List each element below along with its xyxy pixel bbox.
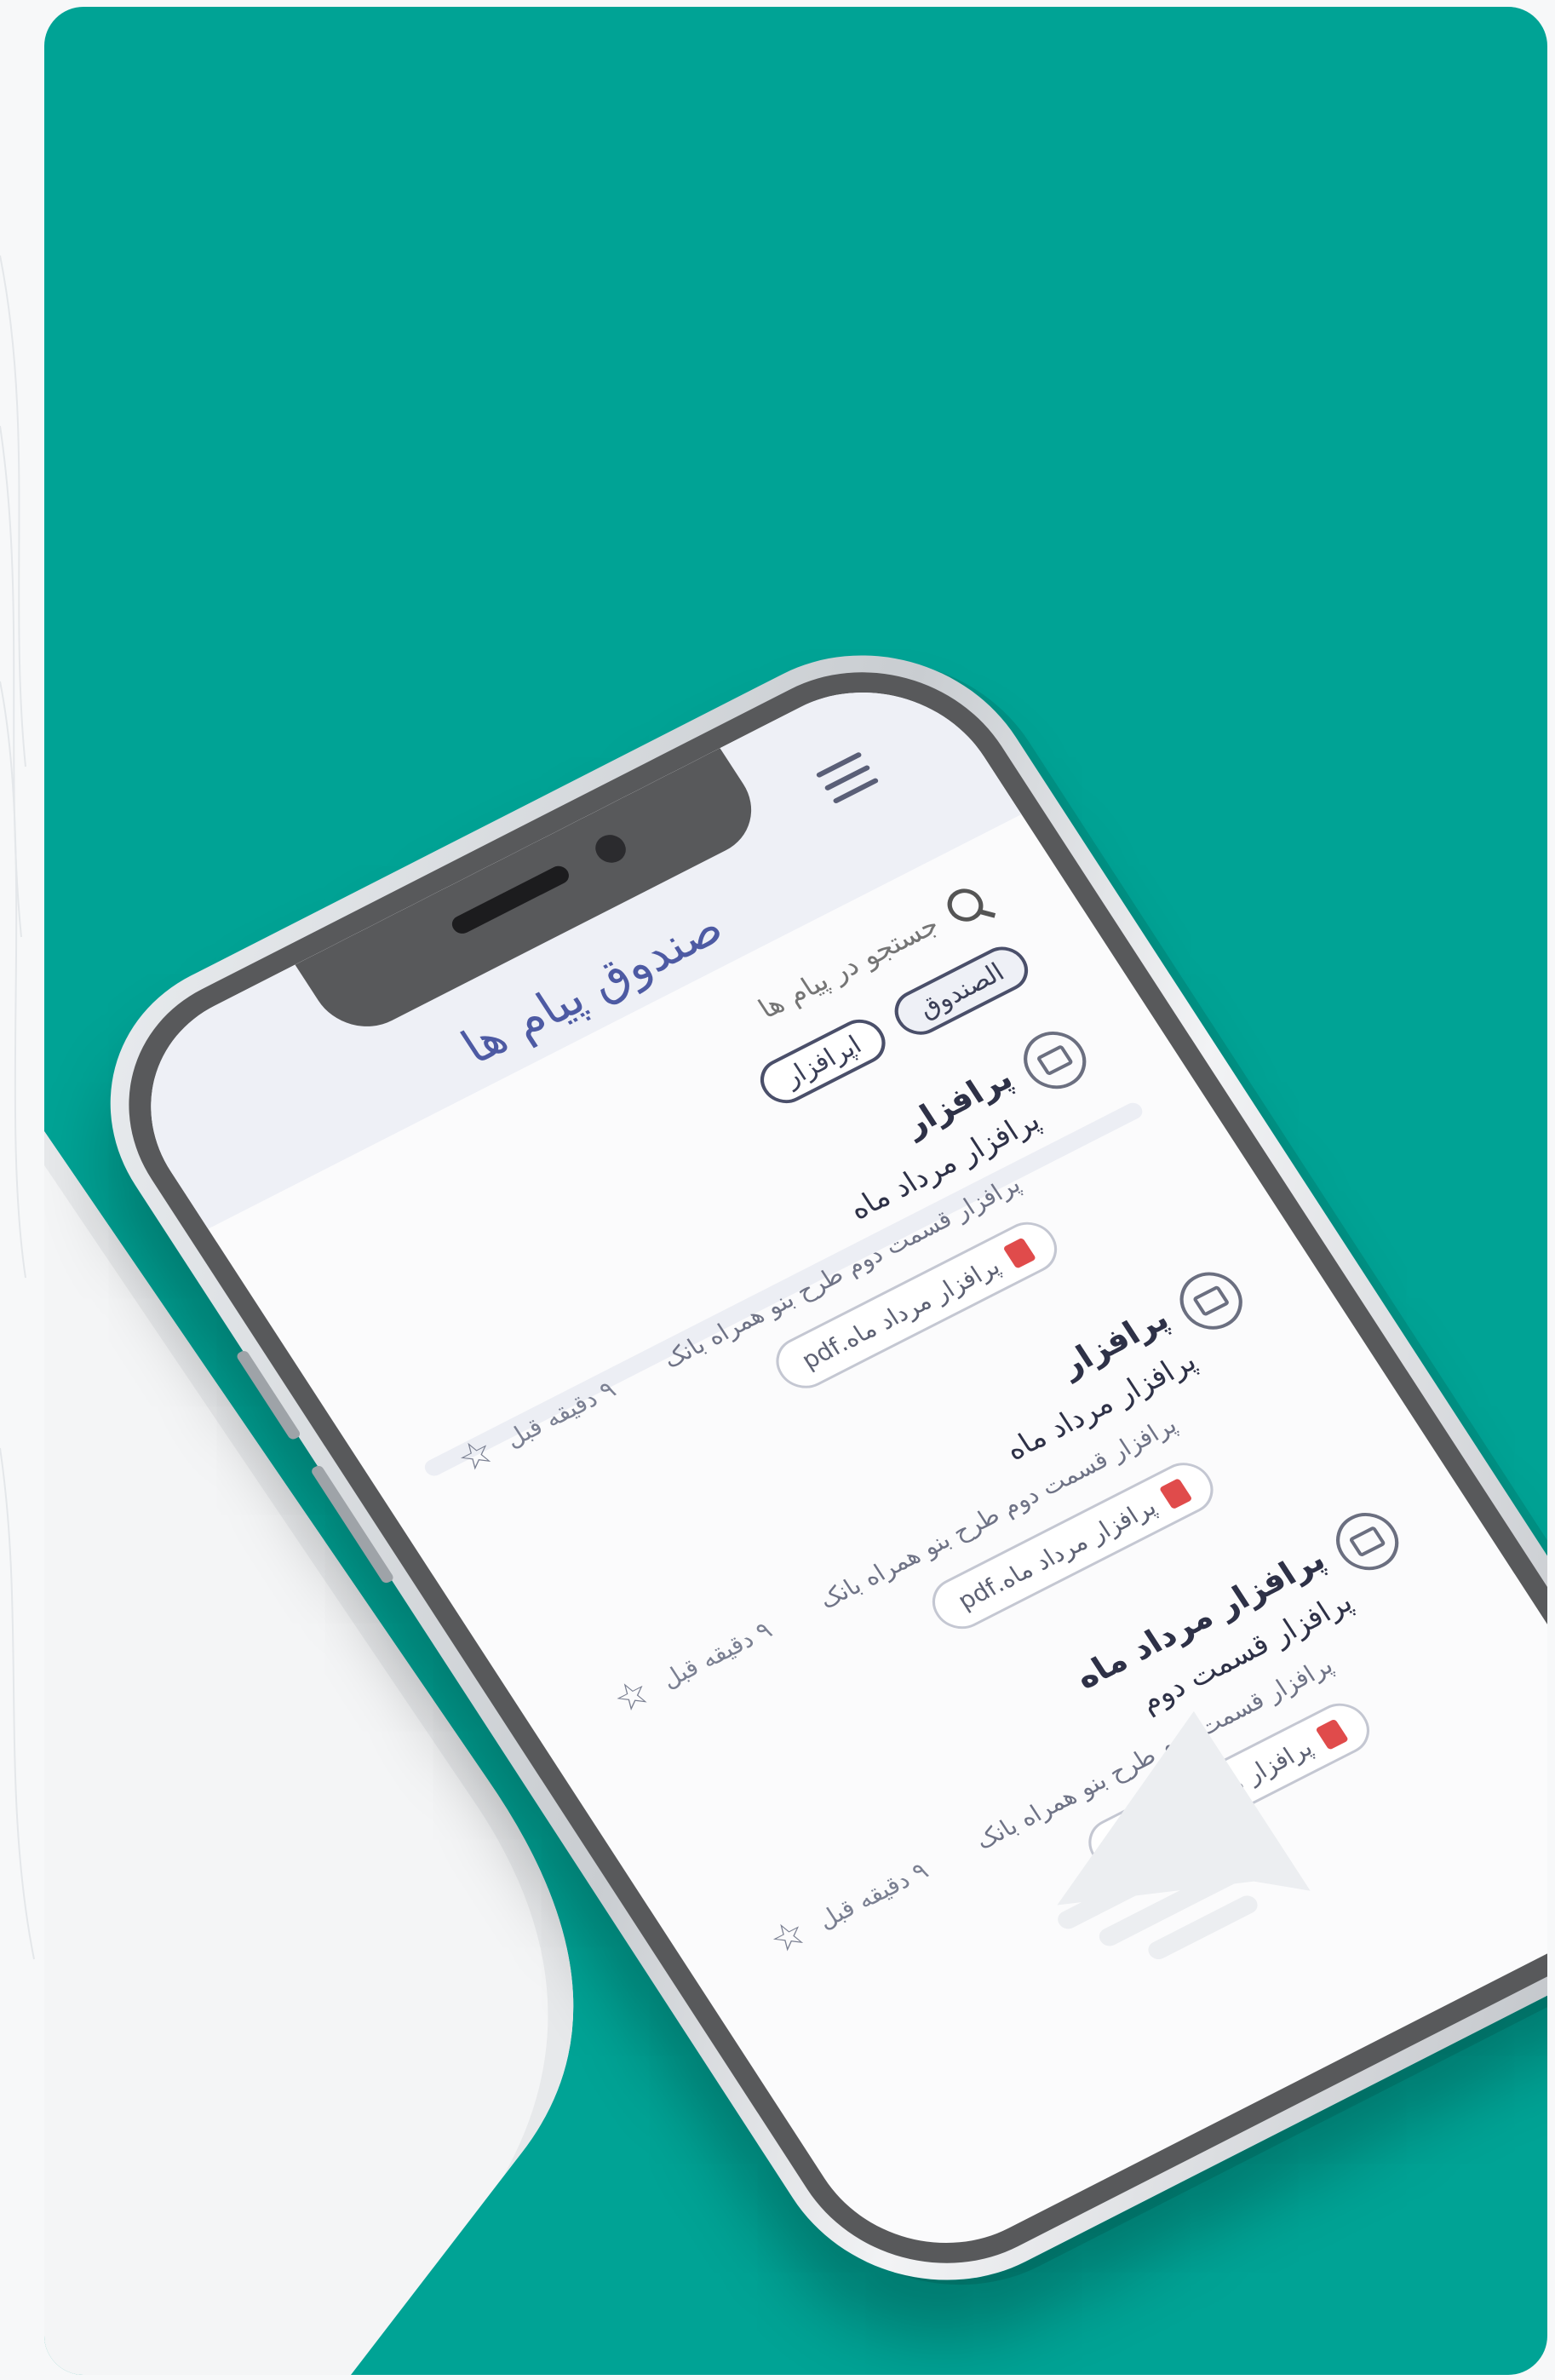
star-icon[interactable]: ☆ bbox=[449, 1429, 502, 1481]
star-icon[interactable]: ☆ bbox=[605, 1670, 659, 1722]
pdf-icon bbox=[1158, 1477, 1193, 1509]
menu-icon[interactable] bbox=[815, 751, 880, 805]
message-time: ۹ دقیقه قبل bbox=[656, 1616, 778, 1694]
front-camera bbox=[589, 830, 632, 868]
pdf-icon bbox=[1002, 1237, 1036, 1269]
message-time: ۹ دقیقه قبل bbox=[812, 1856, 933, 1934]
pdf-icon bbox=[1315, 1718, 1349, 1751]
star-icon[interactable]: ☆ bbox=[761, 1911, 815, 1963]
mail-icon bbox=[1012, 1021, 1099, 1100]
teal-background-card: صندوق پیام ها الصندوق اپرافزار پرافزار پ… bbox=[44, 7, 1547, 2375]
search-icon[interactable] bbox=[940, 882, 996, 930]
message-time: ۹ دقیقه قبل bbox=[499, 1375, 622, 1453]
